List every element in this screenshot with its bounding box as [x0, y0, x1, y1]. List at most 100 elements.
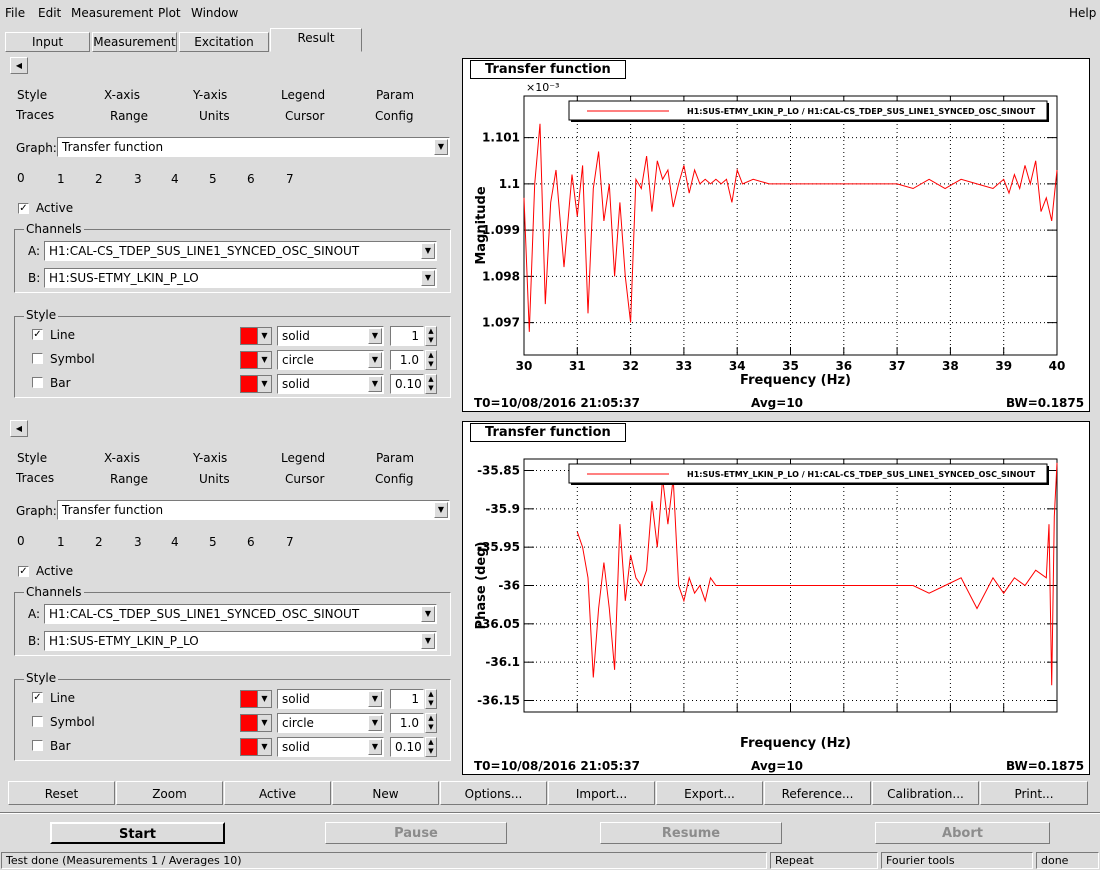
trace-tab-7[interactable]: 7 — [286, 535, 294, 549]
line-checkbox[interactable]: ✓ — [32, 329, 43, 340]
bar-type-select[interactable]: solid ▼ — [277, 737, 384, 757]
symbol-size-input[interactable]: 1.0 — [390, 713, 424, 733]
active-checkbox[interactable]: ✓ — [18, 203, 29, 214]
subtab-units[interactable]: Units — [199, 472, 230, 486]
subtab-traces[interactable]: Traces — [16, 108, 54, 122]
trace-tab-4[interactable]: 4 — [171, 535, 179, 549]
trace-tab-3[interactable]: 3 — [134, 172, 142, 186]
tab-measurement[interactable]: Measurement — [92, 32, 177, 52]
symbol-checkbox[interactable] — [32, 353, 43, 364]
subtab-x-axis[interactable]: X-axis — [104, 451, 140, 465]
subtab-param[interactable]: Param — [376, 451, 414, 465]
bar-width-stepper[interactable]: ▲ ▼ — [425, 737, 437, 757]
collapse-button-top[interactable]: ◀ — [10, 57, 28, 74]
trace-tab-7[interactable]: 7 — [286, 172, 294, 186]
line-width-stepper[interactable]: ▲ ▼ — [425, 689, 437, 709]
graph-select[interactable]: Transfer function ▼ — [57, 500, 450, 520]
subtab-config[interactable]: Config — [375, 472, 414, 486]
subtab-param[interactable]: Param — [376, 88, 414, 102]
symbol-type-select[interactable]: circle ▼ — [277, 350, 384, 370]
reference-button[interactable]: Reference... — [764, 781, 871, 805]
menu-edit[interactable]: Edit — [38, 6, 61, 20]
subtab-legend[interactable]: Legend — [281, 451, 325, 465]
plot-pad-phase[interactable]: -35.85 -35.9 -35.95 -36 -36.05 -36.1 -36.15 Fre… — [462, 421, 1090, 775]
bar-color-picker[interactable]: ▼ — [240, 375, 272, 393]
subtab-config[interactable]: Config — [375, 109, 414, 123]
plot-pad-magnitude[interactable]: 30 31 32 33 34 35 36 37 38 39 40 1.097 1.098 1.099 1.1… — [462, 58, 1090, 412]
line-color-picker[interactable]: ▼ — [240, 690, 272, 708]
subtab-legend[interactable]: Legend — [281, 88, 325, 102]
subtab-x-axis[interactable]: X-axis — [104, 88, 140, 102]
channel-b-select[interactable]: H1:SUS-ETMY_LKIN_P_LO ▼ — [44, 631, 437, 651]
line-width-stepper[interactable]: ▲ ▼ — [425, 326, 437, 346]
subtab-y-axis[interactable]: Y-axis — [193, 88, 227, 102]
calibration-button[interactable]: Calibration... — [872, 781, 979, 805]
active-button[interactable]: Active — [224, 781, 331, 805]
resume-button[interactable]: Resume — [600, 822, 782, 844]
symbol-color-picker[interactable]: ▼ — [240, 351, 272, 369]
bar-color-picker[interactable]: ▼ — [240, 738, 272, 756]
symbol-size-stepper[interactable]: ▲ ▼ — [425, 713, 437, 733]
print-button[interactable]: Print... — [980, 781, 1088, 805]
symbol-type-select[interactable]: circle ▼ — [277, 713, 384, 733]
export-button[interactable]: Export... — [656, 781, 763, 805]
line-checkbox[interactable]: ✓ — [32, 692, 43, 703]
tab-input[interactable]: Input — [5, 32, 90, 52]
menu-window[interactable]: Window — [191, 6, 238, 20]
subtab-cursor[interactable]: Cursor — [285, 109, 324, 123]
line-type-select[interactable]: solid ▼ — [277, 326, 384, 346]
subtab-style[interactable]: Style — [17, 451, 47, 465]
symbol-color-picker[interactable]: ▼ — [240, 714, 272, 732]
graph-select[interactable]: Transfer function ▼ — [57, 137, 450, 157]
tab-result[interactable]: Result — [270, 28, 362, 52]
channel-b-select[interactable]: H1:SUS-ETMY_LKIN_P_LO ▼ — [44, 268, 437, 288]
new-button[interactable]: New — [332, 781, 439, 805]
menu-help[interactable]: Help — [1069, 6, 1096, 20]
channel-a-select[interactable]: H1:CAL-CS_TDEP_SUS_LINE1_SYNCED_OSC_SINO… — [44, 604, 437, 624]
bar-width-input[interactable]: 0.10 — [390, 374, 424, 394]
trace-tab-4[interactable]: 4 — [171, 172, 179, 186]
bar-width-stepper[interactable]: ▲ ▼ — [425, 374, 437, 394]
line-width-input[interactable]: 1 — [390, 326, 424, 346]
line-type-select[interactable]: solid ▼ — [277, 689, 384, 709]
trace-tab-0[interactable]: 0 — [17, 171, 25, 185]
zoom-button[interactable]: Zoom — [116, 781, 223, 805]
bar-width-input[interactable]: 0.10 — [390, 737, 424, 757]
line-width-input[interactable]: 1 — [390, 689, 424, 709]
import-button[interactable]: Import... — [548, 781, 655, 805]
subtab-style[interactable]: Style — [17, 88, 47, 102]
subtab-units[interactable]: Units — [199, 109, 230, 123]
trace-tab-3[interactable]: 3 — [134, 535, 142, 549]
bar-checkbox[interactable] — [32, 740, 43, 751]
subtab-cursor[interactable]: Cursor — [285, 472, 324, 486]
line-color-picker[interactable]: ▼ — [240, 327, 272, 345]
subtab-range[interactable]: Range — [110, 472, 148, 486]
options-button[interactable]: Options... — [440, 781, 547, 805]
trace-tab-6[interactable]: 6 — [247, 172, 255, 186]
pause-button[interactable]: Pause — [325, 822, 507, 844]
symbol-size-input[interactable]: 1.0 — [390, 350, 424, 370]
bar-checkbox[interactable] — [32, 377, 43, 388]
symbol-checkbox[interactable] — [32, 716, 43, 727]
symbol-size-stepper[interactable]: ▲ ▼ — [425, 350, 437, 370]
reset-button[interactable]: Reset — [8, 781, 115, 805]
subtab-range[interactable]: Range — [110, 109, 148, 123]
abort-button[interactable]: Abort — [875, 822, 1050, 844]
trace-tab-5[interactable]: 5 — [209, 535, 217, 549]
active-checkbox[interactable]: ✓ — [18, 566, 29, 577]
trace-tab-1[interactable]: 1 — [57, 535, 65, 549]
trace-tab-1[interactable]: 1 — [57, 172, 65, 186]
trace-tab-2[interactable]: 2 — [95, 172, 103, 186]
trace-tab-6[interactable]: 6 — [247, 535, 255, 549]
trace-tab-2[interactable]: 2 — [95, 535, 103, 549]
trace-tab-5[interactable]: 5 — [209, 172, 217, 186]
menu-file[interactable]: File — [5, 6, 25, 20]
bar-type-select[interactable]: solid ▼ — [277, 374, 384, 394]
menu-plot[interactable]: Plot — [158, 6, 181, 20]
start-button[interactable]: Start — [50, 822, 225, 844]
menu-measurement[interactable]: Measurement — [71, 6, 153, 20]
subtab-y-axis[interactable]: Y-axis — [193, 451, 227, 465]
tab-excitation[interactable]: Excitation — [179, 32, 269, 52]
channel-a-select[interactable]: H1:CAL-CS_TDEP_SUS_LINE1_SYNCED_OSC_SINO… — [44, 241, 437, 261]
collapse-button-bottom[interactable]: ◀ — [10, 420, 28, 437]
